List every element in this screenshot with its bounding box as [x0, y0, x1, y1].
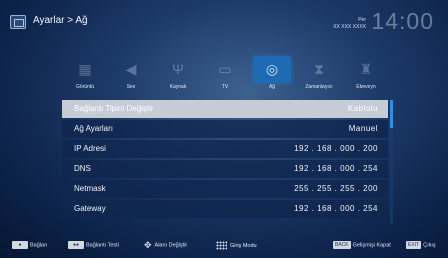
- tab-label: Ebeveyn: [356, 84, 376, 90]
- ok-key-icon: ●: [12, 241, 28, 249]
- tab-zamanlayici[interactable]: ⧗ Zamanlayıcı: [300, 56, 338, 96]
- hint-input-mode: Giriş Modu: [216, 241, 257, 250]
- category-bar: ▦ Görüntü ◀ Ses Ψ Kaynak ▭ TV ◎ Ağ ⧗ Zam…: [66, 56, 386, 98]
- hint-exit-label: Çıkış: [423, 242, 436, 249]
- numeric-keypad-icon: [216, 241, 227, 250]
- hint-connection-test: ●● Bağlantı Testi: [68, 241, 119, 249]
- setting-connection-type[interactable]: Bağlantı Tipini Değiştir Kablolu: [62, 100, 388, 118]
- settings-menu-icon: [10, 15, 26, 29]
- tab-goruntu[interactable]: ▦ Görüntü: [66, 56, 104, 96]
- tab-kaynak[interactable]: Ψ Kaynak: [159, 56, 197, 96]
- setting-value: 192 . 168 . 000 . 254: [294, 164, 378, 173]
- network-settings-list: Bağlantı Tipini Değiştir Kablolu Ağ Ayar…: [62, 100, 388, 220]
- hint-connect: ● Bağlan: [12, 241, 47, 249]
- setting-label: IP Adresi: [74, 144, 106, 153]
- tab-ses[interactable]: ◀ Ses: [112, 56, 150, 96]
- setting-dns[interactable]: DNS 192 . 168 . 000 . 254: [62, 160, 388, 178]
- date-value: XX XXX XXXX: [333, 24, 366, 30]
- setting-value: Manuel: [348, 124, 378, 133]
- tab-label: Kaynak: [169, 84, 187, 90]
- antenna-icon: Ψ: [172, 61, 184, 77]
- hint-input-label: Giriş Modu: [230, 242, 257, 249]
- timer-icon: ⧗: [314, 61, 324, 77]
- hint-change-label: Alanı Değiştir: [154, 242, 188, 249]
- breadcrumb: Ayarlar > Ağ: [33, 15, 88, 26]
- tab-ebeveyn[interactable]: ♜ Ebeveyn: [347, 56, 385, 96]
- setting-netmask[interactable]: Netmask 255 . 255 . 255 . 200: [62, 180, 388, 198]
- dpad-icon: ✥: [144, 240, 152, 250]
- tab-label: Ağ: [268, 84, 276, 90]
- tab-tv[interactable]: ▭ TV: [206, 56, 244, 96]
- tab-label: TV: [221, 84, 229, 90]
- tv-icon: ▭: [218, 61, 232, 77]
- date-day: Per: [358, 17, 366, 23]
- setting-value: 192 . 168 . 000 . 254: [294, 204, 378, 213]
- exit-key-icon: EXIT: [406, 241, 422, 249]
- parental-icon: ♜: [359, 61, 373, 77]
- network-globe-icon: ◎: [253, 56, 291, 83]
- setting-label: Bağlantı Tipini Değiştir: [74, 104, 154, 113]
- color-key-icon: ●●: [68, 241, 84, 249]
- setting-label: DNS: [74, 164, 91, 173]
- back-key-icon: BACK: [333, 241, 351, 249]
- setting-gateway[interactable]: Gateway 192 . 168 . 000 . 254: [62, 200, 388, 218]
- tab-label: Ses: [126, 84, 136, 90]
- setting-label: Ağ Ayarları: [74, 124, 113, 133]
- footer-key-hints: ● Bağlan ●● Bağlantı Testi ✥ Alanı Değiştir…: [0, 232, 448, 258]
- setting-value: Kablolu: [347, 104, 378, 113]
- setting-label: Gateway: [74, 204, 106, 213]
- date-display: Per XX XXX XXXX: [333, 17, 366, 31]
- picture-icon: ▦: [78, 61, 92, 77]
- hint-back-label: Gelişmişi Kapat: [352, 242, 391, 249]
- tab-label: Zamanlayıcı: [305, 84, 333, 90]
- setting-network-mode[interactable]: Ağ Ayarları Manuel: [62, 120, 388, 138]
- clock: 14:00: [371, 8, 434, 34]
- setting-value: 192 . 168 . 000 . 200: [294, 144, 378, 153]
- hint-exit: EXIT Çıkış: [406, 241, 436, 249]
- setting-ip-address[interactable]: IP Adresi 192 . 168 . 000 . 200: [62, 140, 388, 158]
- speaker-icon: ◀: [125, 61, 137, 77]
- hint-change-field: ✥ Alanı Değiştir: [144, 240, 188, 250]
- tab-label: Görüntü: [75, 84, 95, 90]
- hint-test-label: Bağlantı Testi: [86, 242, 119, 249]
- settings-screen: Ayarlar > Ağ Per XX XXX XXXX 14:00 ▦ Gör…: [0, 0, 448, 258]
- hint-connect-label: Bağlan: [30, 242, 48, 249]
- hint-close-advanced: BACK Gelişmişi Kapat: [333, 241, 391, 249]
- tab-ag[interactable]: ◎ Ağ: [253, 56, 291, 96]
- setting-label: Netmask: [74, 184, 106, 193]
- setting-value: 255 . 255 . 255 . 200: [294, 184, 378, 193]
- scrollbar-thumb[interactable]: [390, 100, 393, 128]
